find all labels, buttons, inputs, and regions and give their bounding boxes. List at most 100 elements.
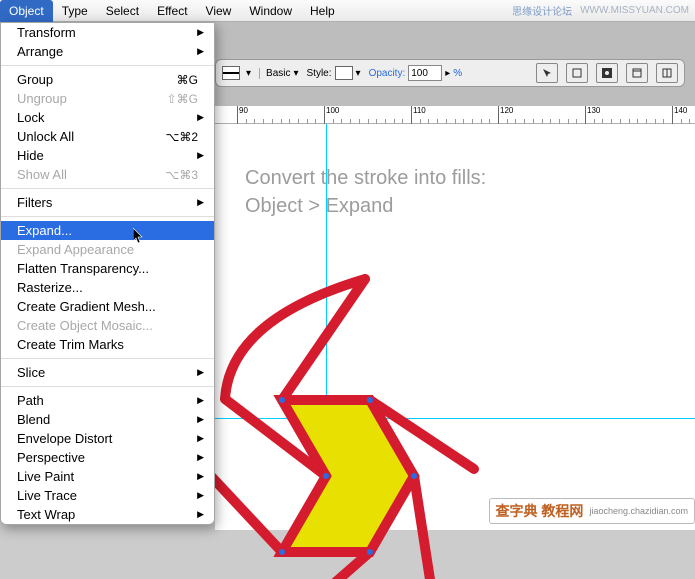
menu-item-label: Hide	[17, 148, 44, 163]
ruler-tick: 100	[324, 106, 339, 124]
menu-item-label: Create Gradient Mesh...	[17, 299, 156, 314]
menu-item-label: Perspective	[17, 450, 85, 465]
submenu-arrow-icon: ▶	[197, 490, 204, 501]
watermark: 查字典 教程网 jiaocheng.chazidian.com	[489, 498, 695, 524]
menu-item-filters[interactable]: Filters ▶	[1, 193, 214, 212]
menu-item-label: Arrange	[17, 44, 63, 59]
opacity-label: Opacity:	[369, 68, 406, 79]
menu-item-label: Group	[17, 72, 53, 87]
menu-item-label: Unlock All	[17, 129, 74, 144]
menu-select[interactable]: Select	[97, 0, 148, 22]
menu-item-label: Ungroup	[17, 91, 67, 106]
menu-item-label: Text Wrap	[17, 507, 75, 522]
tool-btn-3[interactable]	[596, 63, 618, 83]
submenu-arrow-icon: ▶	[197, 471, 204, 482]
submenu-arrow-icon: ▶	[197, 395, 204, 406]
ruler-tick: 110	[411, 106, 426, 124]
menu-item-label: Filters	[17, 195, 52, 210]
menu-item-live-trace[interactable]: Live Trace▶	[1, 486, 214, 505]
menu-item-blend[interactable]: Blend ▶	[1, 410, 214, 429]
menu-item-label: Flatten Transparency...	[17, 261, 149, 276]
submenu-arrow-icon: ▶	[197, 452, 204, 463]
canvas[interactable]: Convert the stroke into fills: Object > …	[215, 124, 695, 530]
menu-window[interactable]: Window	[240, 0, 301, 22]
menu-item-live-paint[interactable]: Live Paint ▶	[1, 467, 214, 486]
submenu-arrow-icon: ▶	[197, 414, 204, 425]
menu-item-flatten-transparency[interactable]: Flatten Transparency...	[1, 259, 214, 278]
submenu-arrow-icon: ▶	[197, 367, 204, 378]
menu-item-label: Show All	[17, 167, 67, 182]
object-menu-dropdown: Transform ▶ Arrange ▶ Group ⌘G Ungroup ⇧⌘G Lock ▶…	[0, 22, 215, 525]
submenu-arrow-icon: ▶	[197, 27, 204, 38]
annotation-line1: Convert the stroke into fills:	[245, 164, 486, 192]
menu-item-unlock-all[interactable]: Unlock All ⌥⌘2	[1, 127, 214, 146]
menu-help[interactable]: Help	[301, 0, 344, 22]
menu-shortcut: ⇧⌘G	[167, 92, 198, 106]
menu-shortcut: ⌥⌘2	[165, 130, 198, 144]
tool-btn-2[interactable]	[566, 63, 588, 83]
menu-item-label: Rasterize...	[17, 280, 83, 295]
menu-item-label: Envelope Distort	[17, 431, 112, 446]
menu-item-label: Slice	[17, 365, 45, 380]
submenu-arrow-icon: ▶	[197, 112, 204, 123]
menu-item-create-object-mosaic: Create Object Mosaic...	[1, 316, 214, 335]
menu-item-label: Expand...	[17, 223, 72, 238]
watermark-cn: 查字典 教程网	[496, 501, 584, 521]
stroke-preview[interactable]: ▾	[222, 66, 251, 80]
control-bar: ▾ Basic ▾ Style: ▾ Opacity: ▸ %	[215, 59, 685, 87]
menu-item-show-all: Show All ⌥⌘3	[1, 165, 214, 184]
brand-url: WWW.MISSYUAN.COM	[580, 5, 689, 16]
menu-item-hide[interactable]: Hide▶	[1, 146, 214, 165]
submenu-arrow-icon: ▶	[197, 197, 204, 208]
brand-label: 思缘设计论坛	[512, 3, 572, 18]
ruler-tick: 140	[672, 106, 687, 124]
menubar: ObjectTypeSelectEffectViewWindowHelp 思缘设…	[0, 0, 695, 22]
style-label: Style:	[307, 68, 332, 79]
menu-separator	[1, 358, 214, 359]
ruler-tick: 120	[498, 106, 513, 124]
menu-item-label: Transform	[17, 25, 76, 40]
menu-item-arrange[interactable]: Arrange ▶	[1, 42, 214, 61]
menu-item-create-gradient-mesh[interactable]: Create Gradient Mesh...	[1, 297, 214, 316]
menu-item-label: Path	[17, 393, 44, 408]
tool-btn-4[interactable]	[626, 63, 648, 83]
percent-symbol: %	[453, 68, 462, 79]
menu-item-text-wrap[interactable]: Text Wrap ▶	[1, 505, 214, 524]
menu-item-lock[interactable]: Lock ▶	[1, 108, 214, 127]
opacity-input[interactable]	[408, 65, 442, 81]
menu-item-label: Create Object Mosaic...	[17, 318, 153, 333]
menu-separator	[1, 65, 214, 66]
menu-view[interactable]: View	[197, 0, 241, 22]
menu-separator	[1, 216, 214, 217]
menu-item-label: Lock	[17, 110, 44, 125]
submenu-arrow-icon: ▶	[197, 46, 204, 57]
tool-btn-1[interactable]	[536, 63, 558, 83]
stroke-style-label: Basic	[266, 68, 290, 79]
menu-item-transform[interactable]: Transform ▶	[1, 23, 214, 42]
canvas-annotation: Convert the stroke into fills: Object > …	[245, 164, 486, 220]
menu-effect[interactable]: Effect	[148, 0, 196, 22]
tool-btn-5[interactable]	[656, 63, 678, 83]
menu-shortcut: ⌥⌘3	[165, 168, 198, 182]
menu-separator	[1, 386, 214, 387]
style-swatch[interactable]	[335, 66, 353, 80]
menu-item-path[interactable]: Path ▶	[1, 391, 214, 410]
menu-item-rasterize[interactable]: Rasterize...	[1, 278, 214, 297]
ruler-tick: 130	[585, 106, 600, 124]
menu-type[interactable]: Type	[53, 0, 97, 22]
menubar-right: 思缘设计论坛 WWW.MISSYUAN.COM	[512, 3, 695, 18]
menu-item-group[interactable]: Group ⌘G	[1, 70, 214, 89]
menu-item-create-trim-marks[interactable]: Create Trim Marks	[1, 335, 214, 354]
menu-item-envelope-distort[interactable]: Envelope Distort▶	[1, 429, 214, 448]
menu-item-label: Expand Appearance	[17, 242, 134, 257]
menu-item-slice[interactable]: Slice ▶	[1, 363, 214, 382]
menu-item-label: Live Paint	[17, 469, 74, 484]
menu-item-expand[interactable]: Expand...	[1, 221, 214, 240]
menu-shortcut: ⌘G	[177, 73, 198, 87]
menu-object[interactable]: Object	[0, 0, 53, 22]
menu-item-label: Blend	[17, 412, 50, 427]
submenu-arrow-icon: ▶	[197, 509, 204, 520]
annotation-line2: Object > Expand	[245, 192, 486, 220]
watermark-en: jiaocheng.chazidian.com	[589, 506, 688, 516]
menu-item-perspective[interactable]: Perspective ▶	[1, 448, 214, 467]
